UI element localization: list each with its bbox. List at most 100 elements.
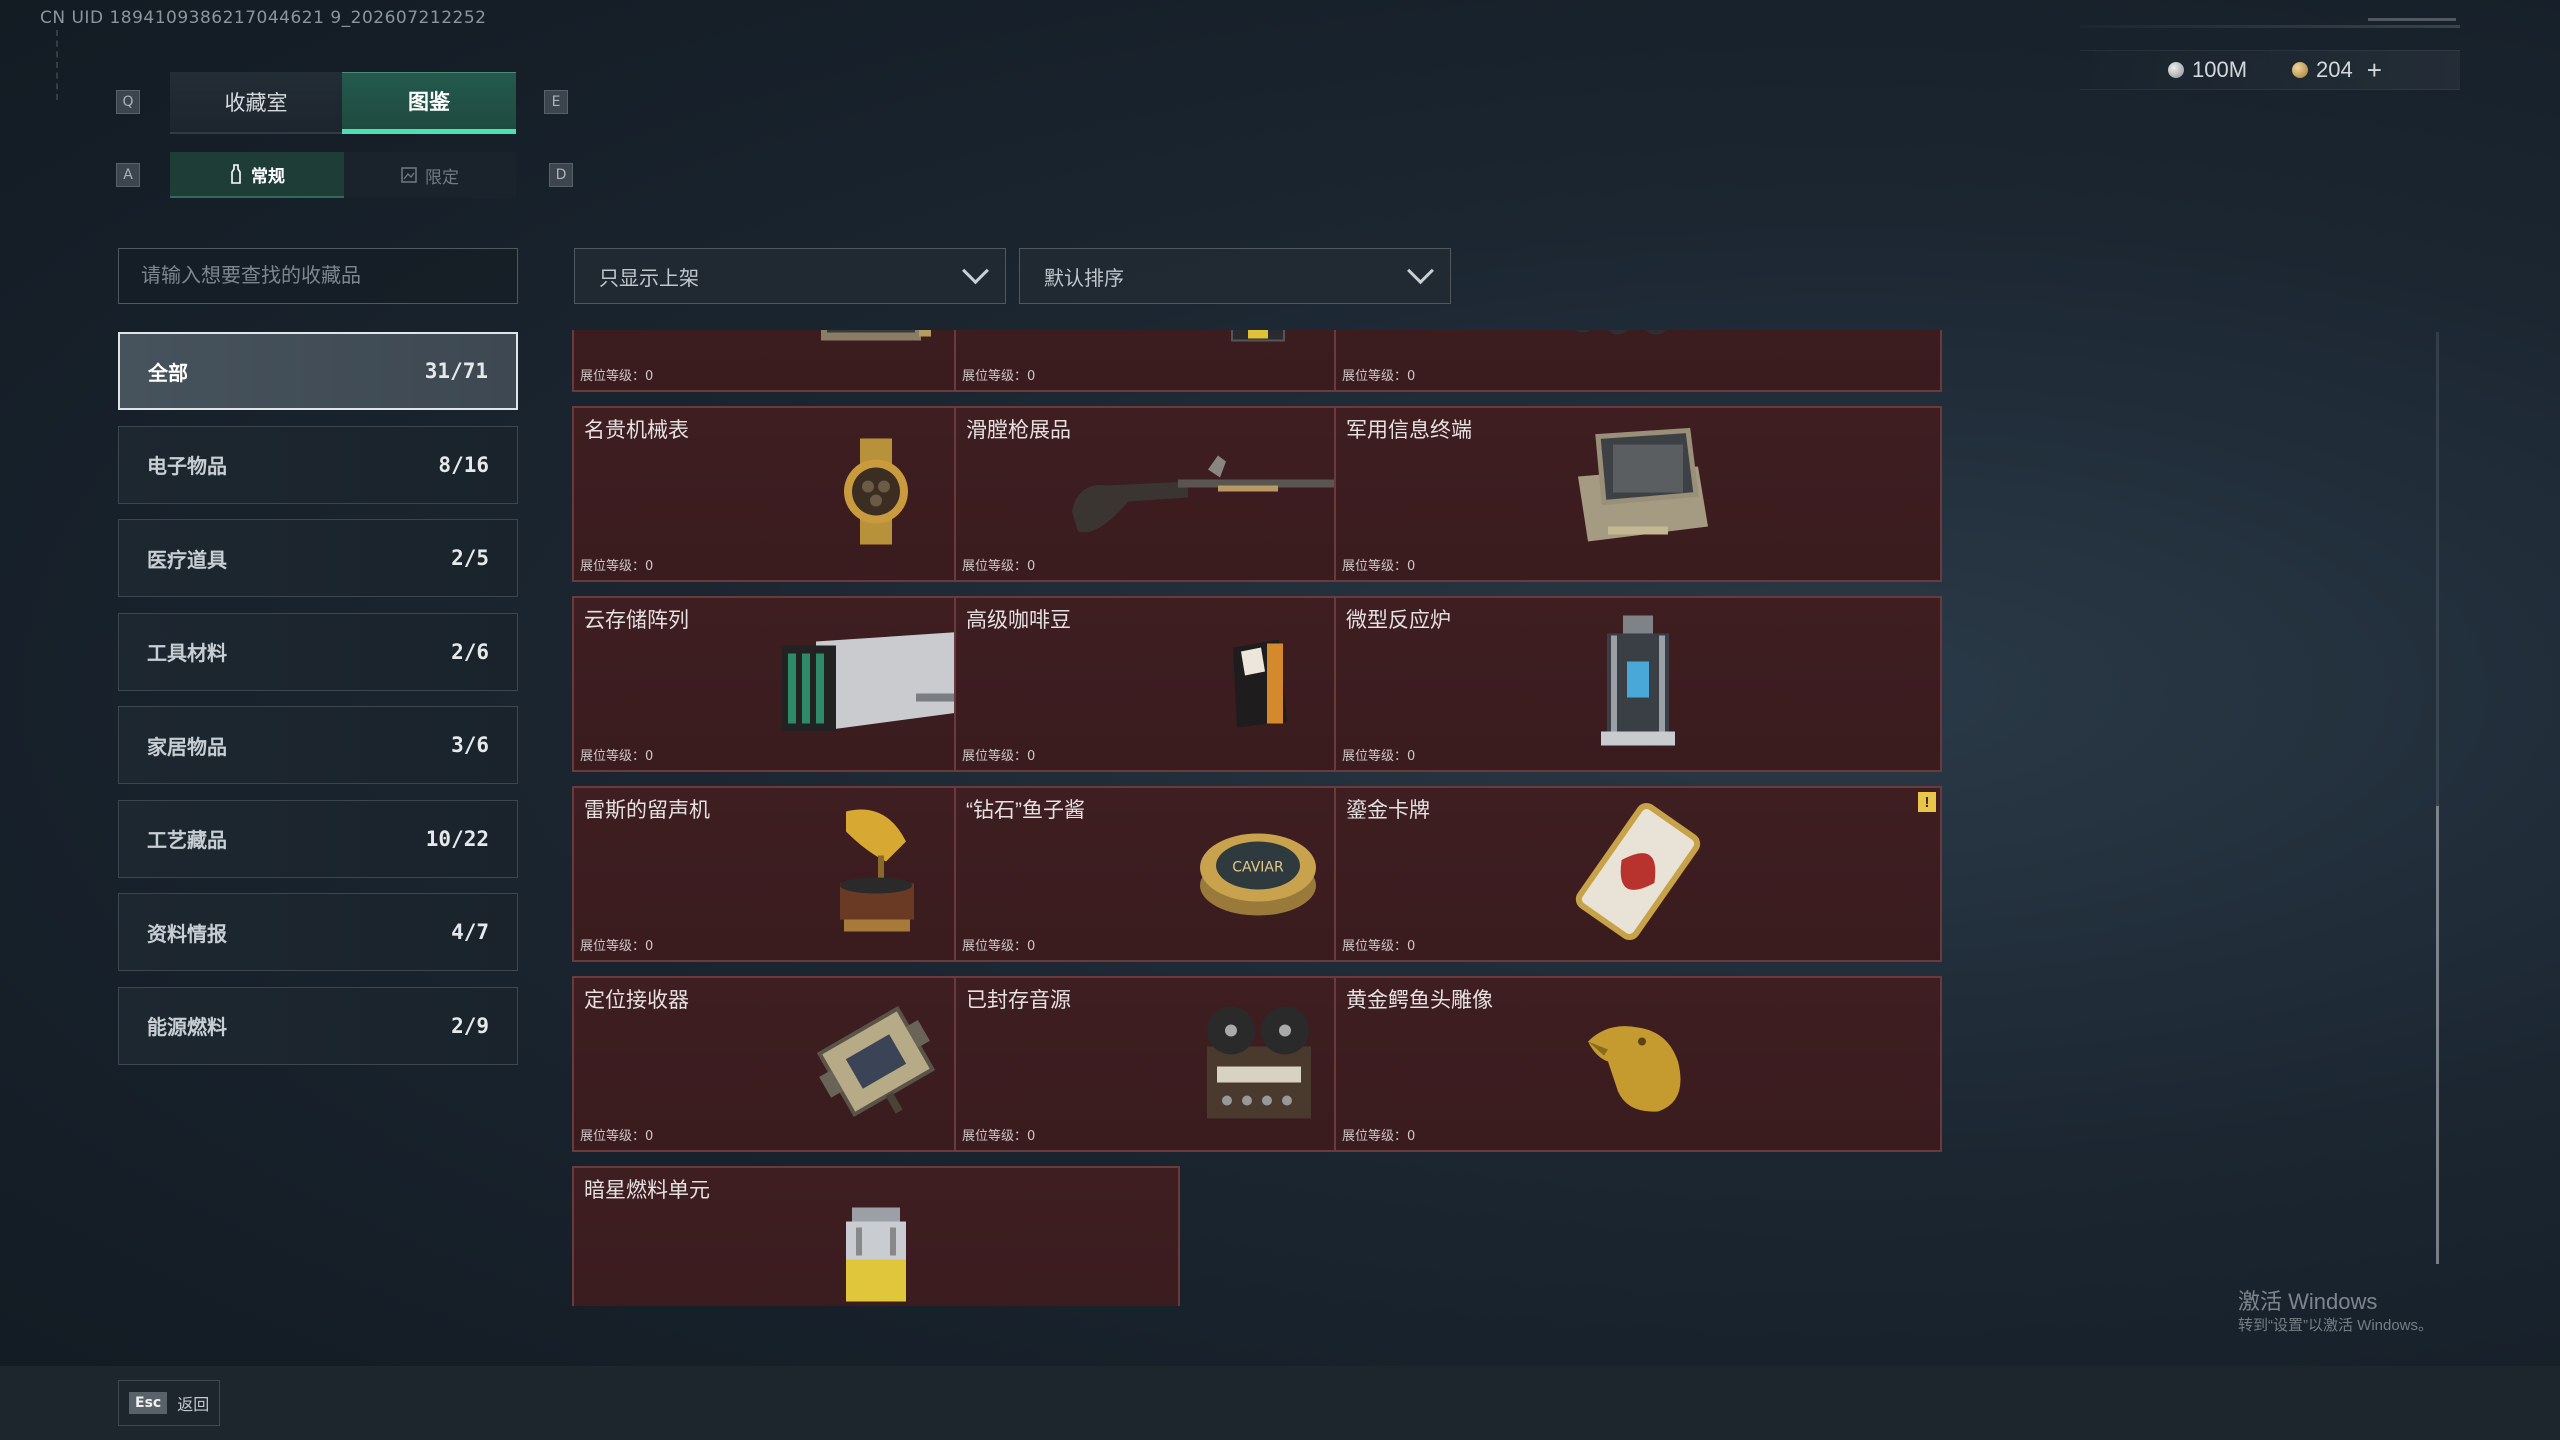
search-input[interactable]: [139, 263, 517, 289]
category-count: 2/9: [451, 1013, 489, 1038]
image-frame-icon: [401, 167, 417, 183]
item-grid: 展位等级：0展位等级：0展位等级：0名贵机械表!展位等级：0滑膛枪展品!展位等级…: [572, 330, 2426, 1306]
booth-level: 展位等级：0: [1342, 749, 1416, 764]
collectible-card[interactable]: 展位等级：0: [1334, 330, 1942, 392]
gold-currency: 204 +: [2292, 55, 2382, 86]
currency-bar: [2080, 50, 2460, 90]
chevron-down-icon: [962, 256, 989, 284]
booth-level: 展位等级：0: [1342, 1129, 1416, 1144]
booth-level: 展位等级：0: [1342, 939, 1416, 954]
croc-statue-icon: [1578, 1002, 1698, 1127]
item-title: 军用信息终端: [1346, 419, 1472, 442]
reactor-icon: [1593, 612, 1683, 757]
booth-level: 展位等级：0: [580, 939, 654, 954]
silver-currency: 100M: [2168, 56, 2247, 84]
key-hint-a: A: [116, 163, 140, 187]
receiver-icon: [811, 997, 941, 1132]
category-name: 资料情报: [147, 923, 227, 946]
terminal-case-icon: [1558, 427, 1718, 562]
category-count: 31/71: [424, 359, 488, 383]
collectible-card[interactable]: 鎏金卡牌! 展位等级：0: [1334, 786, 1942, 962]
bottle-icon: [231, 164, 241, 184]
booth-level: 展位等级：0: [1342, 559, 1416, 574]
search-box[interactable]: [118, 248, 518, 304]
item-title: 滑膛枪展品: [966, 419, 1071, 442]
storage-array-icon: [776, 622, 976, 747]
category-name: 全部: [148, 362, 188, 385]
bottom-bar: [0, 1366, 2560, 1440]
booth-level: 展位等级：0: [580, 1129, 654, 1144]
booth-level: 展位等级：0: [962, 749, 1036, 764]
red-device-icon: [1218, 330, 1298, 352]
category-name: 能源燃料: [147, 1017, 227, 1039]
tab-collection-room[interactable]: 收藏室: [170, 72, 342, 134]
chevron-down-icon: [1407, 256, 1434, 284]
svg-text:CAVIAR: CAVIAR: [1232, 860, 1284, 876]
coffee-bag-icon: [1223, 632, 1293, 737]
booth-level: 展位等级：0: [962, 559, 1036, 574]
category-count: 2/5: [451, 546, 489, 570]
shelf-filter-dropdown[interactable]: 只显示上架: [574, 248, 1006, 304]
silver-coin-icon: [2168, 62, 2184, 78]
item-title: “钻石”鱼子酱: [966, 799, 1085, 822]
category-item[interactable]: 全部 31/71: [118, 332, 518, 410]
uid-text: CN UID 1894109386217044621 9_20260721225…: [40, 8, 487, 28]
subtab-normal[interactable]: 常规: [170, 152, 344, 198]
collectible-card[interactable]: 暗星燃料单元展位等级：0: [572, 1166, 1180, 1306]
booth-level: 展位等级：0: [580, 559, 654, 574]
booth-level: 展位等级：0: [580, 749, 654, 764]
subtab-normal-label: 常规: [251, 166, 285, 186]
caviar-tin-icon: CAVIAR: [1193, 812, 1323, 937]
collectible-card[interactable]: 微型反应炉展位等级：0: [1334, 596, 1942, 772]
item-title: 微型反应炉: [1346, 609, 1451, 632]
category-count: 10/22: [425, 826, 489, 851]
gramophone-icon: [826, 802, 926, 947]
back-button[interactable]: Esc 返回: [118, 1380, 221, 1426]
category-item[interactable]: 能源燃料 2/9: [118, 986, 518, 1065]
category-name: 工艺藏品: [147, 830, 227, 852]
gold-coin-icon: [2292, 62, 2308, 78]
category-item[interactable]: 资料情报 4/7: [118, 893, 518, 971]
collectible-card[interactable]: 黄金鳄鱼头雕像展位等级：0: [1334, 976, 1942, 1152]
category-item[interactable]: 工具材料 2/6: [118, 612, 518, 691]
sort-value: 默认排序: [1044, 267, 1124, 290]
booth-level: 展位等级：0: [580, 369, 654, 384]
windows-activation-hint: 转到“设置”以激活 Windows。: [2238, 1317, 2434, 1334]
item-title: 暗星燃料单元: [584, 1179, 710, 1202]
category-item[interactable]: 电子物品 8/16: [118, 425, 518, 504]
warning-badge-icon: !: [1918, 792, 1936, 812]
tab-catalog[interactable]: 图鉴: [342, 72, 516, 134]
back-label: 返回: [177, 1397, 210, 1414]
key-hint-q: Q: [116, 90, 140, 114]
gold-amount: 204: [2316, 57, 2353, 82]
category-count: 4/7: [451, 920, 489, 944]
silver-amount: 100M: [2192, 57, 2248, 82]
category-item[interactable]: 医疗道具 2/5: [118, 519, 518, 597]
item-title: 黄金鳄鱼头雕像: [1346, 989, 1493, 1012]
shelf-filter-value: 只显示上架: [599, 267, 699, 290]
add-currency-button[interactable]: +: [2367, 55, 2382, 86]
booth-level: 展位等级：0: [962, 939, 1036, 954]
item-title: 云存储阵列: [584, 609, 689, 632]
left-decoration: [56, 30, 66, 100]
category-count: 3/6: [451, 733, 489, 757]
esc-key-hint: Esc: [129, 1392, 168, 1414]
collectible-card[interactable]: 军用信息终端展位等级：0: [1334, 406, 1942, 582]
item-title: 定位接收器: [584, 989, 689, 1012]
category-name: 工具材料: [147, 643, 227, 665]
item-title: 高级咖啡豆: [966, 609, 1071, 632]
scrollbar-thumb[interactable]: [2436, 806, 2439, 1264]
item-title: 雷斯的留声机: [584, 799, 710, 822]
category-count: 2/6: [451, 639, 489, 664]
subtab-limited-label: 限定: [425, 167, 459, 187]
armored-vehicle-icon: [1538, 330, 1738, 357]
category-item[interactable]: 工艺藏品 10/22: [118, 799, 518, 878]
reel-recorder-icon: [1193, 997, 1323, 1132]
fuel-cell-icon: [836, 1202, 916, 1307]
subtab-limited[interactable]: 限定: [344, 152, 516, 198]
item-title: 名贵机械表: [584, 419, 689, 442]
booth-level: 展位等级：0: [1342, 369, 1416, 384]
category-item[interactable]: 家居物品 3/6: [118, 706, 518, 784]
item-title: 鎏金卡牌: [1346, 799, 1430, 822]
sort-dropdown[interactable]: 默认排序: [1019, 248, 1451, 304]
